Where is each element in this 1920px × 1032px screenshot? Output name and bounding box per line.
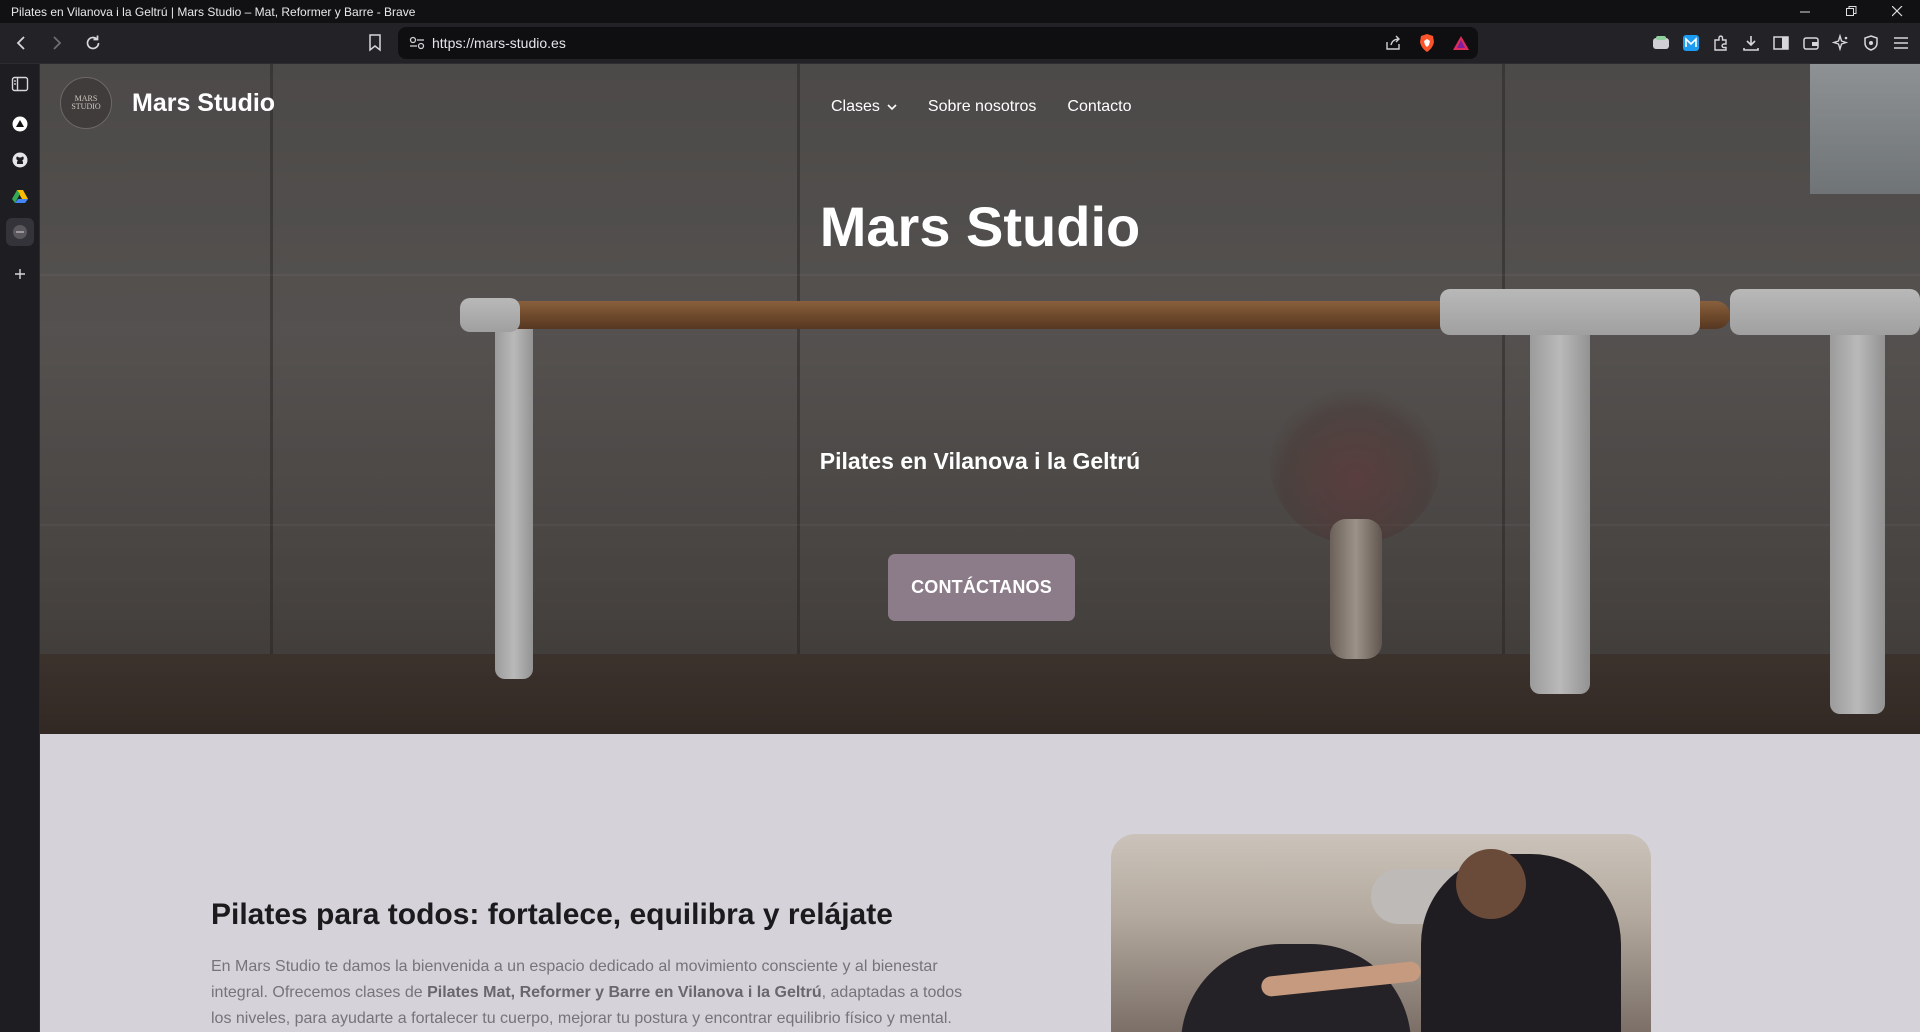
hero-overlay (40, 64, 1920, 734)
brave-shields-button[interactable] (1410, 28, 1444, 58)
sidebar-item-drive[interactable] (6, 182, 34, 210)
puzzle-icon (1714, 35, 1727, 51)
site-info-button[interactable] (402, 36, 432, 50)
menu-button[interactable] (1888, 29, 1914, 57)
intro-heading: Pilates para todos: fortalece, equilibra… (211, 898, 893, 931)
extension-puzzle-green-icon (1653, 36, 1669, 49)
intro-paragraph: En Mars Studio te damos la bienvenida a … (211, 954, 981, 1032)
site-favicon-icon (13, 225, 27, 239)
rewards-triangle-icon (1453, 36, 1469, 50)
address-bar[interactable]: https://mars-studio.es (398, 27, 1478, 59)
plus-icon (15, 269, 25, 279)
google-drive-icon (12, 190, 28, 203)
hero-subtitle: Pilates en Vilanova i la Geltrú (819, 448, 1141, 474)
site-brand-name[interactable]: Mars Studio (132, 89, 275, 118)
triangle-app-icon (12, 116, 28, 132)
url-text[interactable]: https://mars-studio.es (432, 35, 1376, 51)
downloads-button[interactable] (1738, 29, 1764, 57)
extension-button-2[interactable] (1678, 29, 1704, 57)
sidebar-panel-button[interactable] (6, 70, 34, 98)
chevron-down-icon (887, 103, 897, 110)
sidebar-item-github[interactable] (6, 146, 34, 174)
bookmark-icon (369, 34, 381, 52)
hero-title: Mars Studio (819, 195, 1141, 258)
reload-icon (86, 35, 100, 50)
nav-label-clases: Clases (831, 98, 880, 115)
back-button[interactable] (6, 28, 36, 58)
leo-sparkle-icon (1832, 34, 1849, 52)
brave-rewards-button[interactable] (1444, 28, 1478, 58)
back-arrow-icon (16, 36, 25, 50)
side-panel-icon (1773, 36, 1789, 50)
extensions-button[interactable] (1708, 29, 1734, 57)
close-window-button[interactable] (1874, 0, 1920, 23)
share-button[interactable] (1376, 28, 1410, 58)
nav-item-clases[interactable]: Clases (831, 98, 897, 116)
web-page: MARS STUDIO Mars Studio Clases Sobre nos… (40, 64, 1920, 1032)
logo-text-line2: STUDIO (71, 102, 101, 111)
restore-icon (1845, 6, 1856, 16)
hamburger-menu-icon (1894, 37, 1908, 49)
reload-button[interactable] (78, 28, 108, 58)
sidebar-add-button[interactable] (6, 260, 34, 288)
photo-head (1456, 849, 1526, 919)
close-icon (1891, 6, 1902, 17)
nav-item-contact[interactable]: Contacto (1067, 98, 1131, 116)
share-icon (1386, 35, 1400, 50)
nav-item-about[interactable]: Sobre nosotros (928, 98, 1037, 116)
minimize-button[interactable] (1782, 0, 1828, 23)
intro-section: Pilates para todos: fortalece, equilibra… (40, 734, 1920, 1032)
brave-lion-icon (1420, 34, 1434, 52)
toolbar-extensions (1648, 28, 1914, 58)
hero-section: MARS STUDIO Mars Studio Clases Sobre nos… (40, 64, 1920, 734)
forward-arrow-icon (53, 36, 62, 50)
forward-button[interactable] (42, 28, 72, 58)
sidebar-item-active[interactable] (6, 218, 34, 246)
contact-cta-button[interactable]: CONTÁCTANOS (888, 554, 1075, 621)
m-extension-icon (1683, 35, 1699, 51)
github-icon (12, 152, 28, 168)
wallet-icon (1803, 37, 1819, 50)
extension-button-1[interactable] (1648, 29, 1674, 57)
window-titlebar: Pilates en Vilanova i la Geltrú | Mars S… (0, 0, 1920, 23)
sidebar-toggle-button[interactable] (1768, 29, 1794, 57)
restore-button[interactable] (1828, 0, 1874, 23)
sidebar-item-1[interactable] (6, 110, 34, 138)
download-icon (1743, 36, 1759, 51)
leo-ai-button[interactable] (1828, 29, 1854, 57)
bookmark-button[interactable] (362, 28, 388, 58)
site-brand[interactable]: MARS STUDIO Mars Studio (60, 77, 275, 129)
minimize-icon (1799, 11, 1810, 13)
site-settings-icon (409, 36, 425, 50)
vpn-button[interactable] (1858, 29, 1884, 57)
site-logo[interactable]: MARS STUDIO (60, 77, 112, 129)
browser-sidebar (0, 64, 40, 1032)
wallet-button[interactable] (1798, 29, 1824, 57)
main-nav: Clases Sobre nosotros Contacto (831, 98, 1131, 116)
intro-text-bold: Pilates Mat, Reformer y Barre en Vilanov… (427, 984, 822, 1001)
sidebar-panel-icon (11, 76, 29, 92)
pilates-class-photo (1111, 834, 1651, 1032)
shield-icon (1864, 35, 1878, 51)
window-title: Pilates en Vilanova i la Geltrú | Mars S… (11, 4, 416, 19)
